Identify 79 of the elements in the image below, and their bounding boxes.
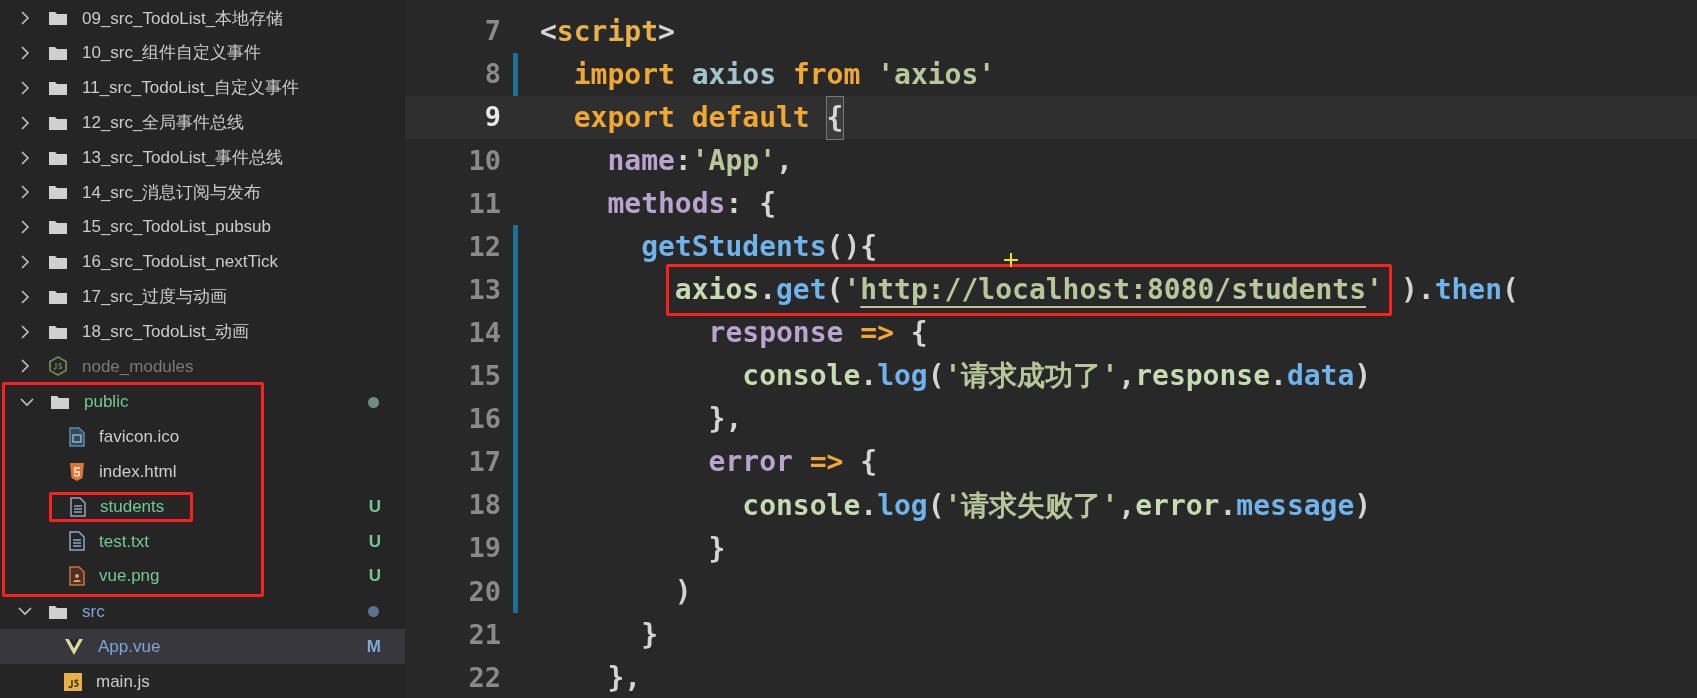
code-line: axios.get('http://localhost:8080/students' ).then(: [540, 264, 1519, 317]
git-status: U: [368, 565, 381, 588]
js-file-icon: [64, 672, 82, 691]
line-number: 10: [467, 143, 501, 178]
folder-icon: [48, 253, 68, 270]
code-line: methods: {: [606, 185, 776, 222]
line-number: 18: [467, 488, 501, 523]
crosshair-cursor-icon: [1003, 253, 1018, 268]
code-line: error => {: [707, 444, 878, 481]
code-line: name:'App',: [606, 142, 793, 179]
document-icon: [70, 496, 86, 517]
tree-item[interactable]: main.js: [0, 664, 405, 698]
folder-icon: [48, 10, 68, 27]
code-line: <script>: [540, 13, 675, 50]
file-name: vue.png: [99, 565, 160, 588]
code-line: ): [673, 573, 692, 610]
code-line: }: [707, 530, 726, 567]
code-line: console.log('请求失败了',error.message): [741, 487, 1372, 524]
line-number: 11: [467, 186, 501, 221]
line-number: 12: [467, 229, 501, 264]
file-name: 16_src_TodoList_nextTick: [82, 251, 278, 274]
package-icon: [48, 356, 68, 377]
vue-logo-icon: [64, 637, 84, 656]
file-name: 17_src_过度与动画: [82, 286, 228, 308]
folder-icon: [50, 394, 70, 411]
document-icon: [69, 531, 85, 552]
file-name: 15_src_TodoList_pubsub: [82, 216, 272, 239]
file-name: index.html: [99, 461, 177, 483]
folder-icon: [48, 114, 68, 131]
folder-icon: [48, 45, 68, 62]
code-line: },: [707, 401, 743, 438]
folder-icon: [48, 184, 68, 201]
line-number: 15: [467, 359, 501, 394]
git-status: U: [368, 530, 381, 553]
file-name: 12_src_全局事件总线: [82, 112, 245, 135]
file-name: students: [100, 495, 165, 518]
line-number: 8: [483, 57, 501, 92]
git-status: U: [368, 495, 381, 518]
file-name: App.vue: [98, 636, 161, 658]
file-name: 09_src_TodoList_本地存储: [82, 7, 284, 30]
html-file-icon: [69, 461, 85, 482]
git-status: M: [366, 636, 381, 658]
file-name: node_modules: [82, 355, 194, 378]
image-file-icon: [69, 566, 85, 587]
code-line: console.log('请求成功了',response.data): [741, 358, 1372, 395]
folder-icon: [48, 219, 68, 236]
file-name: src: [82, 601, 105, 624]
line-number: 21: [467, 617, 501, 652]
file-name: 13_src_TodoList_事件总线: [82, 146, 284, 169]
code-line: }: [640, 616, 658, 653]
line-number: 9: [483, 100, 501, 135]
file-icon: [69, 426, 85, 447]
file-name: favicon.ico: [99, 426, 180, 449]
folder-icon: [48, 323, 68, 340]
folder-icon: [48, 149, 68, 166]
file-name: 10_src_组件自定义事件: [82, 42, 262, 65]
file-name: 14_src_消息订阅与发布: [82, 181, 262, 204]
code-line: response => {: [707, 315, 928, 352]
code-line: export default {: [540, 96, 844, 139]
folder-icon: [48, 80, 68, 96]
code-line: },: [606, 659, 642, 696]
line-number: 7: [483, 14, 501, 49]
file-name: public: [84, 391, 129, 414]
line-number: 16: [467, 402, 501, 437]
file-name: 18_src_TodoList_动画: [82, 320, 250, 343]
file-name: main.js: [96, 670, 150, 693]
line-number: 20: [467, 574, 501, 609]
line-number: 17: [467, 445, 501, 480]
line-number: 19: [467, 531, 501, 566]
line-number: 22: [467, 660, 501, 695]
line-number: 14: [467, 315, 501, 350]
code-line: import axios from 'axios': [572, 56, 996, 93]
code-line: getStudents(){: [640, 229, 878, 265]
folder-icon: [48, 288, 68, 305]
file-name: test.txt: [99, 530, 150, 553]
tree-item[interactable]: App.vue M: [0, 629, 405, 665]
line-number: 13: [467, 272, 501, 307]
file-name: 11_src_TodoList_自定义事件: [82, 77, 299, 100]
folder-icon: [48, 603, 68, 620]
